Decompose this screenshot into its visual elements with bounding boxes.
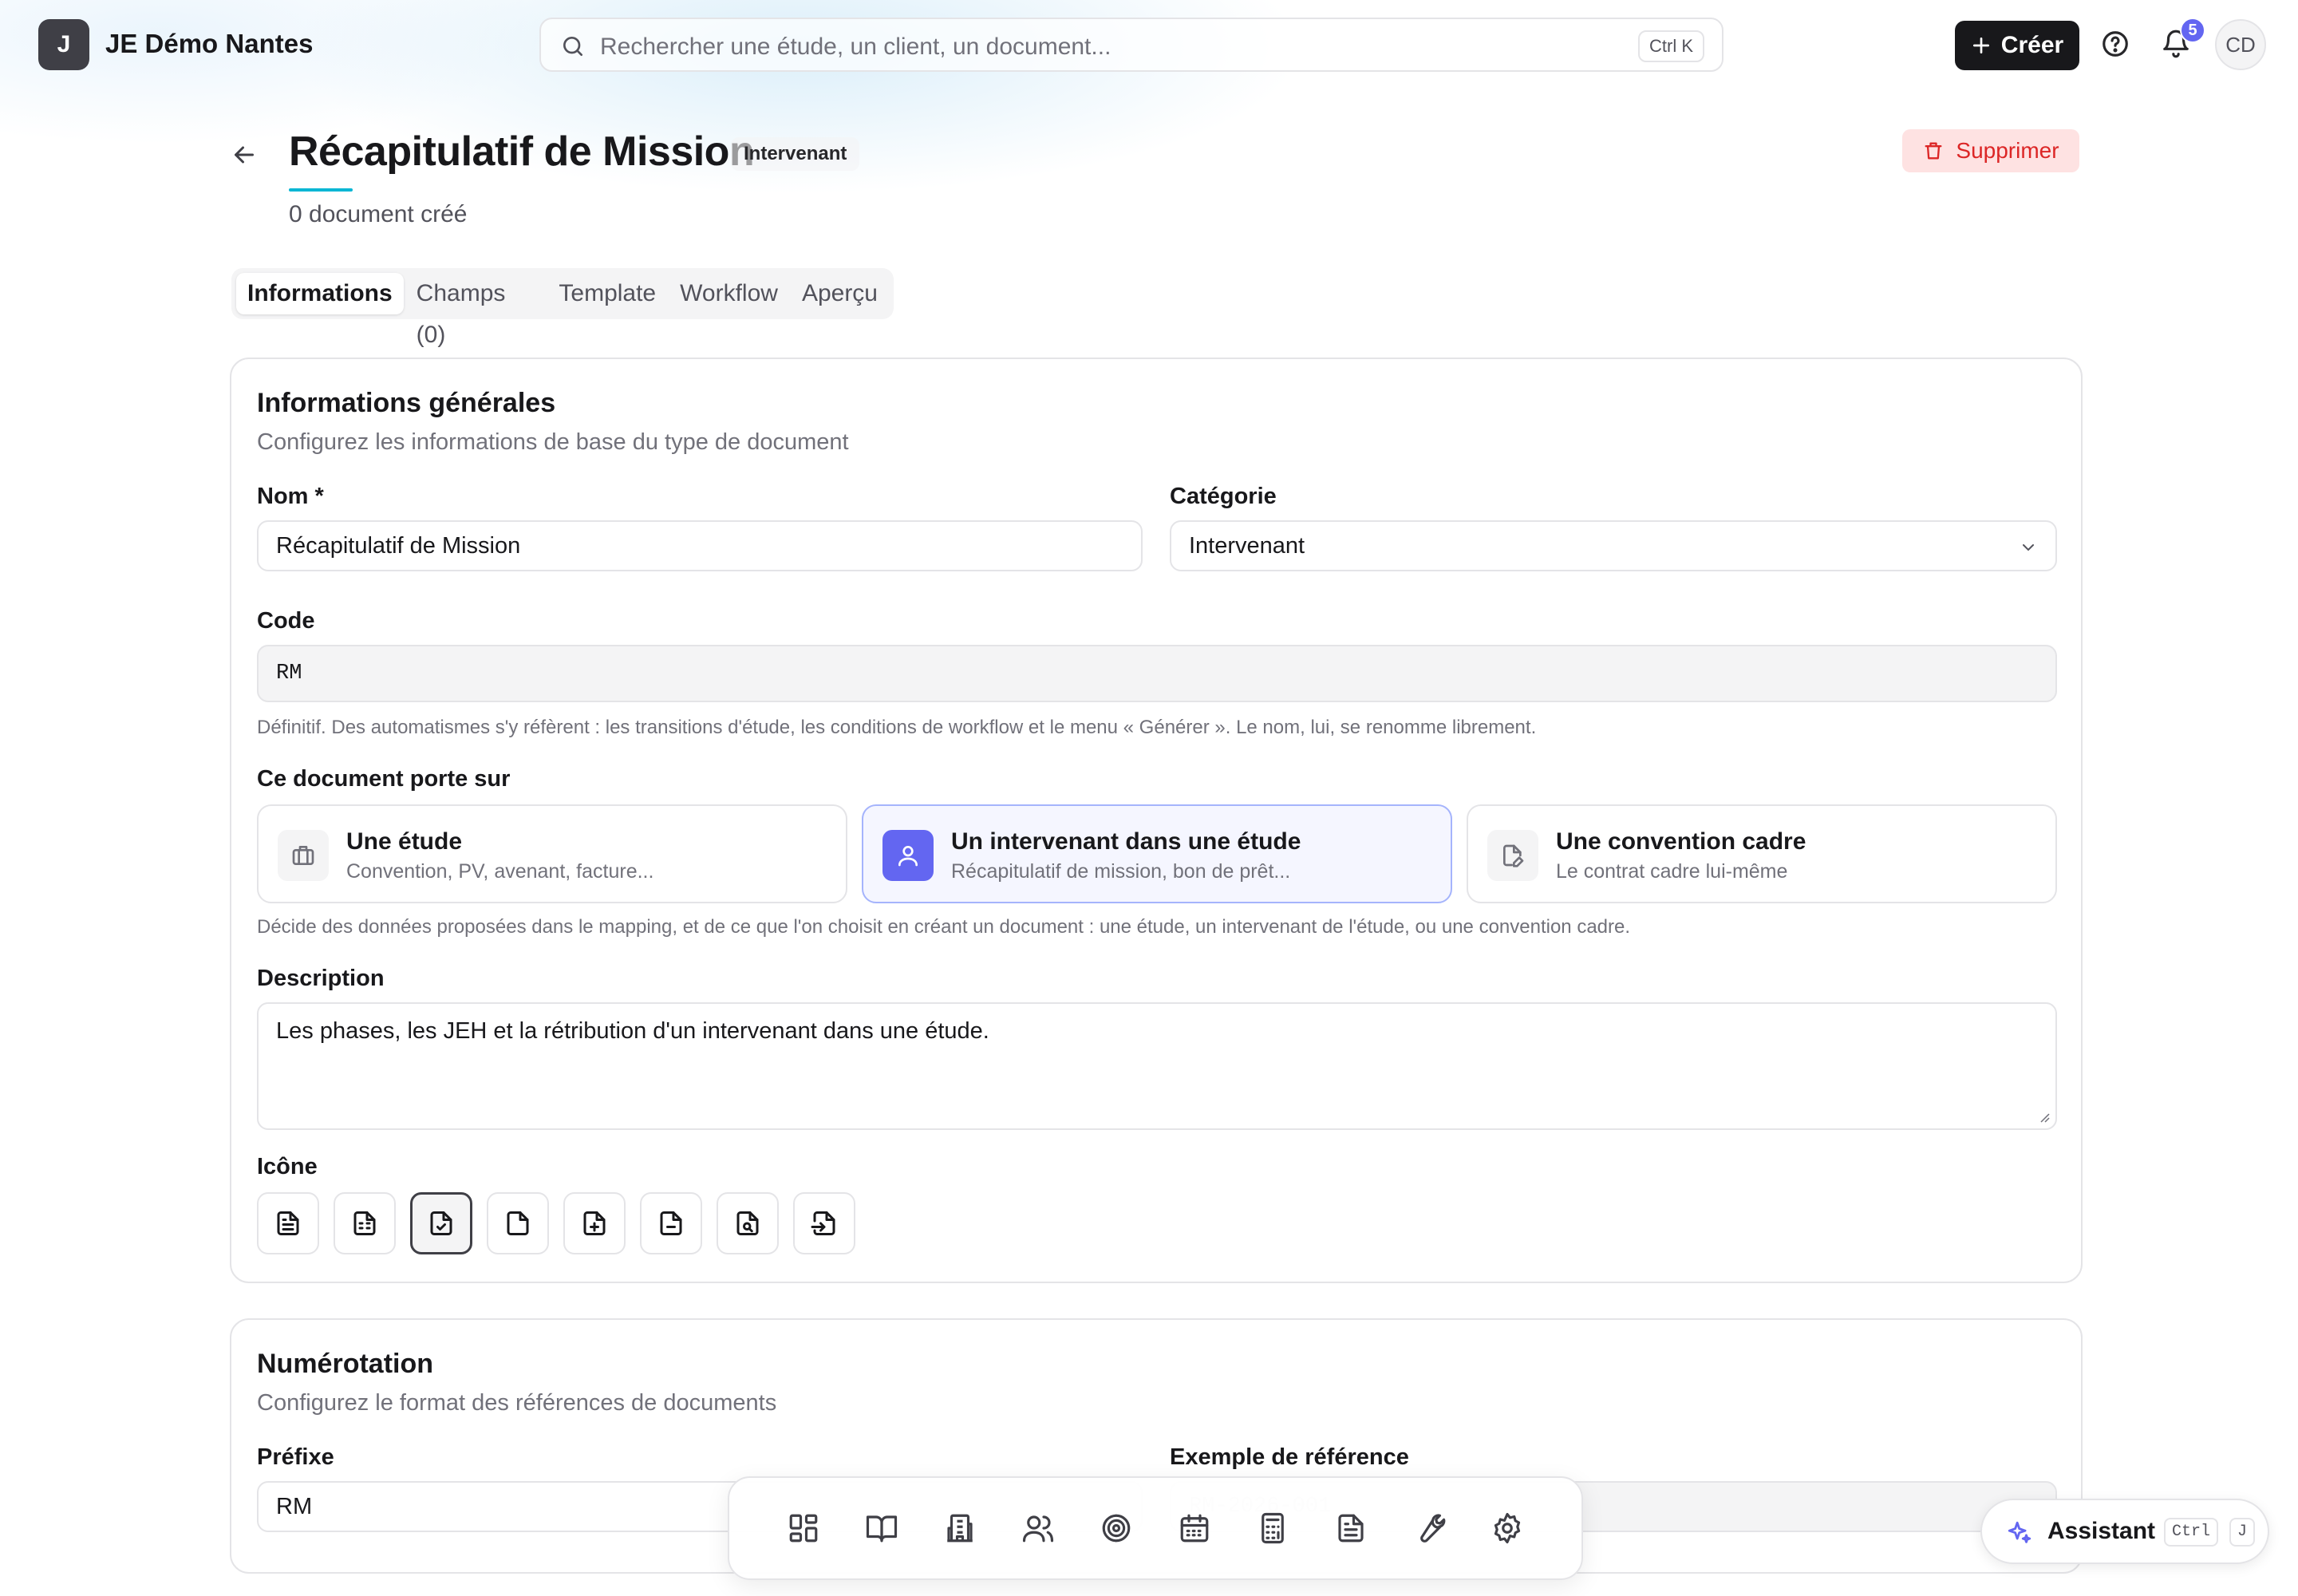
avatar[interactable]: CD xyxy=(2215,19,2266,70)
target-icon[interactable] xyxy=(1100,1511,1133,1545)
example-label: Exemple de référence xyxy=(1170,1444,1409,1470)
file-text-icon[interactable] xyxy=(257,1192,319,1254)
title-underline xyxy=(289,188,353,192)
briefcase-icon xyxy=(278,830,329,881)
file-minus-icon[interactable] xyxy=(640,1192,702,1254)
description-field[interactable]: Les phases, les JEH et la rétribution d'… xyxy=(257,1002,2057,1130)
category-select[interactable]: Intervenant xyxy=(1170,520,2057,571)
general-info-subtitle: Configurez les informations de base du t… xyxy=(257,429,849,455)
tab-champs[interactable]: Champs (0) xyxy=(405,273,547,348)
back-arrow-icon[interactable] xyxy=(230,140,259,169)
file-plus-icon[interactable] xyxy=(563,1192,626,1254)
trash-icon xyxy=(1925,142,1942,160)
description-value: Les phases, les JEH et la rétribution d'… xyxy=(276,1018,989,1044)
prefix-label: Préfixe xyxy=(257,1444,334,1470)
subject-option-intervenant[interactable]: Un intervenant dans une étude Récapitula… xyxy=(862,804,1452,903)
icon-picker xyxy=(257,1192,855,1254)
plus-icon xyxy=(1972,37,1989,54)
file-spreadsheet-icon[interactable] xyxy=(334,1192,396,1254)
search-shortcut: Ctrl K xyxy=(1638,30,1704,62)
search-input[interactable]: Rechercher une étude, un client, un docu… xyxy=(539,18,1724,72)
calendar-icon[interactable] xyxy=(1178,1511,1211,1545)
document-icon[interactable] xyxy=(1334,1511,1368,1545)
user-icon xyxy=(882,830,934,881)
numbering-title: Numérotation xyxy=(257,1349,433,1379)
sparkles-icon xyxy=(2006,1519,2033,1547)
subject-option-convention[interactable]: Une convention cadre Le contrat cadre lu… xyxy=(1467,804,2057,903)
tab-workflow[interactable]: Workflow xyxy=(669,273,789,314)
name-field[interactable]: Récapitulatif de Mission xyxy=(257,520,1143,571)
tab-bar: Informations Champs (0) Template Workflo… xyxy=(231,268,894,348)
search-placeholder: Rechercher une étude, un client, un docu… xyxy=(600,34,1111,60)
category-label: Catégorie xyxy=(1170,484,1277,509)
icon-label: Icône xyxy=(257,1154,318,1179)
assistant-button[interactable]: Assistant Ctrl J xyxy=(1980,1499,2269,1564)
numbering-subtitle: Configurez le format des références de d… xyxy=(257,1390,777,1416)
file-input-icon[interactable] xyxy=(793,1192,855,1254)
name-label: Nom * xyxy=(257,484,324,509)
tab-template[interactable]: Template xyxy=(547,273,667,314)
option-desc: Récapitulatif de mission, bon de prêt... xyxy=(951,860,1291,883)
bottom-dock xyxy=(728,1476,1583,1580)
notification-badge: 5 xyxy=(2180,18,2205,43)
file-search-icon[interactable] xyxy=(717,1192,779,1254)
general-info-title: Informations générales xyxy=(257,388,556,418)
option-title: Une étude xyxy=(346,828,463,855)
subject-label: Ce document porte sur xyxy=(257,766,511,792)
wrench-icon[interactable] xyxy=(1412,1511,1446,1545)
users-icon[interactable] xyxy=(1021,1511,1055,1545)
category-value: Intervenant xyxy=(1189,533,1305,559)
top-bar: J JE Démo Nantes Rechercher une étude, u… xyxy=(0,0,2298,89)
help-icon[interactable] xyxy=(2100,29,2130,59)
code-label: Code xyxy=(257,608,315,634)
delete-button[interactable]: Supprimer xyxy=(1902,129,2079,172)
subject-help: Décide des données proposées dans le map… xyxy=(257,916,1631,938)
assistant-key-ctrl: Ctrl xyxy=(2164,1518,2219,1547)
file-icon[interactable] xyxy=(487,1192,549,1254)
tab-informations[interactable]: Informations xyxy=(236,273,404,314)
file-check-icon[interactable] xyxy=(410,1192,472,1254)
calculator-icon[interactable] xyxy=(1256,1511,1289,1545)
building-icon[interactable] xyxy=(943,1511,977,1545)
general-info-card: Informations générales Configurez les in… xyxy=(230,358,2083,1283)
description-label: Description xyxy=(257,966,385,991)
create-label: Créer xyxy=(2000,32,2064,58)
assistant-label: Assistant xyxy=(2047,1518,2156,1544)
assistant-key-j: J xyxy=(2229,1518,2256,1547)
org-logo[interactable]: J xyxy=(38,19,89,70)
tab-apercu[interactable]: Aperçu xyxy=(791,273,889,314)
code-field: RM xyxy=(257,645,2057,702)
chevron-down-icon xyxy=(2019,538,2038,557)
option-desc: Convention, PV, avenant, facture... xyxy=(346,860,654,883)
delete-label: Supprimer xyxy=(1956,138,2059,163)
resize-handle-icon[interactable] xyxy=(2038,1111,2051,1124)
dashboard-icon[interactable] xyxy=(787,1511,820,1545)
book-icon[interactable] xyxy=(865,1511,898,1545)
subject-option-etude[interactable]: Une étude Convention, PV, avenant, factu… xyxy=(257,804,847,903)
page-subtitle: 0 document créé xyxy=(289,201,468,227)
search-icon xyxy=(560,34,586,59)
settings-icon[interactable] xyxy=(1491,1511,1524,1545)
code-help: Définitif. Des automatismes s'y réfèrent… xyxy=(257,717,1537,738)
option-title: Une convention cadre xyxy=(1556,828,1806,855)
file-pen-icon xyxy=(1487,830,1538,881)
category-badge: Intervenant xyxy=(731,137,860,171)
option-desc: Le contrat cadre lui-même xyxy=(1556,860,1788,883)
org-name[interactable]: JE Démo Nantes xyxy=(105,29,313,59)
create-button[interactable]: Créer xyxy=(1955,21,2079,70)
option-title: Un intervenant dans une étude xyxy=(951,828,1301,855)
page-title: Récapitulatif de Mission xyxy=(289,128,755,175)
